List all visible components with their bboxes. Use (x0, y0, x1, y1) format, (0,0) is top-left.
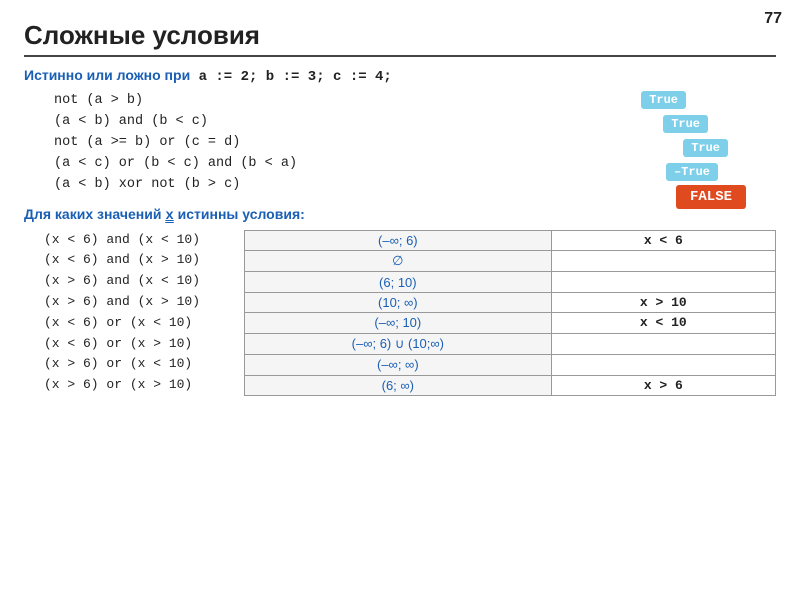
badge-true-3: True (683, 139, 728, 157)
intro-label: Истинно или ложно при (24, 67, 190, 83)
table-row-right-3: x > 10 (551, 292, 775, 312)
badge-true-1: True (641, 91, 686, 109)
code-list-item-4: (x > 6) and (x > 10) (24, 292, 228, 313)
section2-prefix: Для каких значений (24, 206, 165, 222)
page-number: 77 (764, 10, 782, 28)
code-list-item-6: (x < 6) or (x > 10) (24, 334, 228, 355)
table-row-center-1: ∅ (245, 251, 552, 272)
table-row-right-7: x > 6 (551, 375, 775, 395)
code-list-item-1: (x < 6) and (x < 10) (24, 230, 228, 251)
table-row-center-3: (10; ∞) (245, 292, 552, 312)
table-row-center-7: (6; ∞) (245, 375, 552, 395)
x-variable: x (165, 208, 173, 224)
table-row-right-1 (551, 251, 775, 272)
table-row-right-0: x < 6 (551, 230, 775, 250)
section2-suffix: истинны условия: (174, 206, 305, 222)
code-list: (x < 6) and (x < 10) (x < 6) and (x > 10… (24, 230, 244, 396)
page-title: Сложные условия (24, 20, 776, 57)
section1-intro: Истинно или ложно при a := 2; b := 3; c … (24, 67, 776, 85)
table-row-center-4: (–∞; 10) (245, 313, 552, 333)
code-list-item-5: (x < 6) or (x < 10) (24, 313, 228, 334)
code-list-item-7: (x > 6) or (x < 10) (24, 354, 228, 375)
code-list-item-3: (x > 6) and (x < 10) (24, 271, 228, 292)
table-row-center-5: (–∞; 6) ∪ (10;∞) (245, 333, 552, 354)
table-row-center-0: (–∞; 6) (245, 230, 552, 250)
table-row-right-5 (551, 333, 775, 354)
table-row-center-2: (6; 10) (245, 272, 552, 292)
bottom-section: (x < 6) and (x < 10) (x < 6) and (x > 10… (24, 230, 776, 396)
intro-code: a := 2; b := 3; c := 4; (190, 69, 392, 85)
badge-false-5: FALSE (676, 185, 746, 209)
code-list-item-8: (x > 6) or (x > 10) (24, 375, 228, 396)
results-table: (–∞; 6)x < 6∅(6; 10)(10; ∞)x > 10(–∞; 10… (244, 230, 776, 396)
table-row-right-6 (551, 355, 775, 375)
badge-true-2: True (663, 115, 708, 133)
badge-neg-true-4: –True (666, 163, 718, 181)
table-row-right-2 (551, 272, 775, 292)
table-row-center-6: (–∞; ∞) (245, 355, 552, 375)
code-list-item-2: (x < 6) and (x > 10) (24, 250, 228, 271)
table-row-right-4: x < 10 (551, 313, 775, 333)
